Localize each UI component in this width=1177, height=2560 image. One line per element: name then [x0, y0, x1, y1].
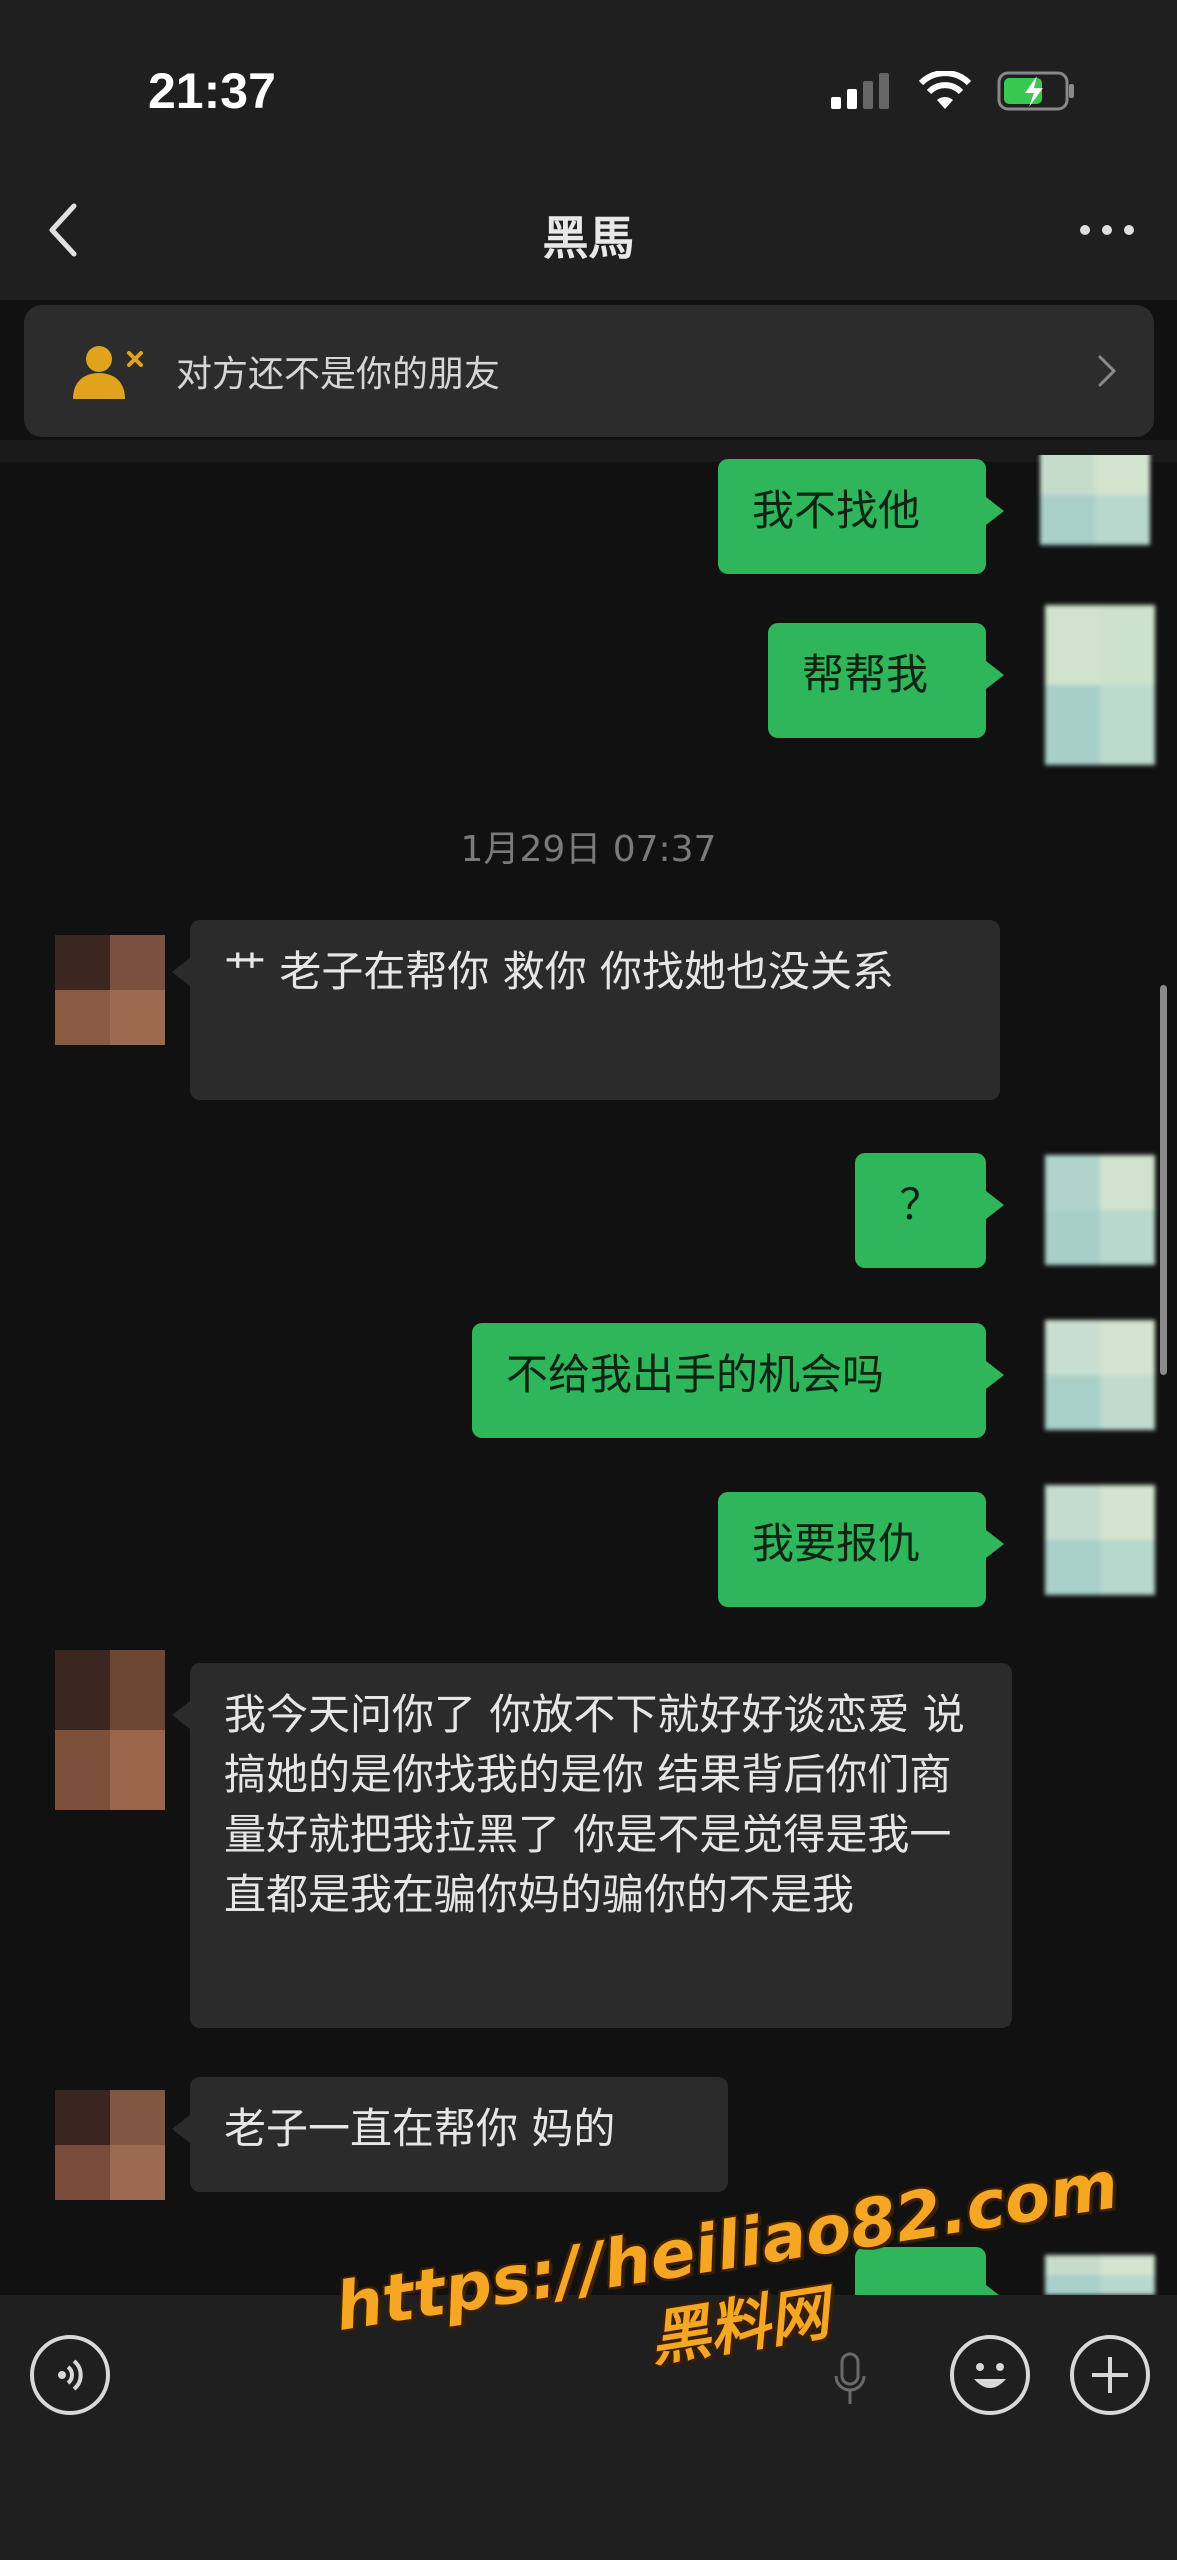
- message-bubble-sent[interactable]: 帮帮我: [768, 623, 1004, 738]
- chat-scrollbar[interactable]: [1160, 985, 1167, 1375]
- chevron-right-icon: [1098, 355, 1117, 387]
- contact-avatar[interactable]: [55, 2090, 165, 2200]
- status-time: 21:37: [148, 63, 276, 119]
- message-text: 不给我出手的机会吗: [506, 1350, 885, 1399]
- message-text: 艹 老子在帮你 救你 你找她也没关系: [224, 947, 895, 996]
- message-bubble-received[interactable]: 老子一直在帮你 妈的: [172, 2077, 728, 2192]
- message-text: 我要报仇: [752, 1519, 921, 1568]
- message-bubble-sent[interactable]: 我不找他: [718, 459, 1004, 574]
- contact-avatar[interactable]: [55, 935, 165, 1045]
- not-friend-notice[interactable]: 对方还不是你的朋友: [24, 305, 1154, 437]
- message-bubble-sent[interactable]: 不给我出手的机会吗: [472, 1323, 1004, 1438]
- message-text: ？: [899, 1180, 942, 1229]
- message-bubble-received[interactable]: 我今天问你了 你放不下就好好谈恋爱 说搞她的是你找我的是你 结果背后你们商量好就…: [172, 1663, 1012, 2028]
- status-icons: [831, 70, 1077, 112]
- status-bar: 21:37: [0, 0, 1177, 160]
- message-text: 我今天问你了 你放不下就好好谈恋爱 说搞她的是你找我的是你 结果背后你们商量好就…: [224, 1690, 965, 1919]
- message-timestamp: 1月29日 07:37: [460, 829, 717, 870]
- message-text: 帮帮我: [802, 650, 929, 699]
- navigation-bar: 黑馬: [0, 160, 1177, 300]
- user-not-friend-icon: [73, 346, 143, 399]
- my-avatar[interactable]: [1045, 1320, 1155, 1430]
- message-bubble-sent[interactable]: 我要报仇: [718, 1492, 1004, 1607]
- message-bubble-sent[interactable]: ？: [855, 1153, 1004, 1268]
- voice-input-button[interactable]: [30, 2335, 110, 2415]
- more-dots-icon[interactable]: [1077, 220, 1137, 240]
- chat-area[interactable]: 我不找他 帮帮我 1月29日 07:37 艹 老子在帮你 救你 你找她也没关系 …: [0, 455, 1177, 2295]
- my-avatar[interactable]: [1040, 455, 1150, 545]
- contact-avatar[interactable]: [55, 1650, 165, 1810]
- chat-title: 黑馬: [542, 211, 635, 265]
- message-text: 老子一直在帮你 妈的: [224, 2104, 616, 2153]
- my-avatar[interactable]: [1045, 1155, 1155, 1265]
- message-text: 我不找他: [752, 486, 921, 535]
- signal-icon: [831, 73, 889, 109]
- voice-icon: [58, 2359, 83, 2391]
- emoji-button[interactable]: [950, 2335, 1030, 2415]
- plus-icon: [1092, 2357, 1128, 2393]
- message-bubble-received[interactable]: 艹 老子在帮你 救你 你找她也没关系: [172, 920, 1000, 1100]
- battery-icon: [997, 71, 1074, 111]
- my-avatar[interactable]: [1045, 605, 1155, 765]
- microphone-icon[interactable]: [830, 2350, 870, 2410]
- notice-text: 对方还不是你的朋友: [176, 354, 501, 395]
- my-avatar[interactable]: [1045, 1485, 1155, 1595]
- emoji-icon: [974, 2363, 1006, 2388]
- wifi-icon: [919, 71, 971, 109]
- more-functions-button[interactable]: [1070, 2335, 1150, 2415]
